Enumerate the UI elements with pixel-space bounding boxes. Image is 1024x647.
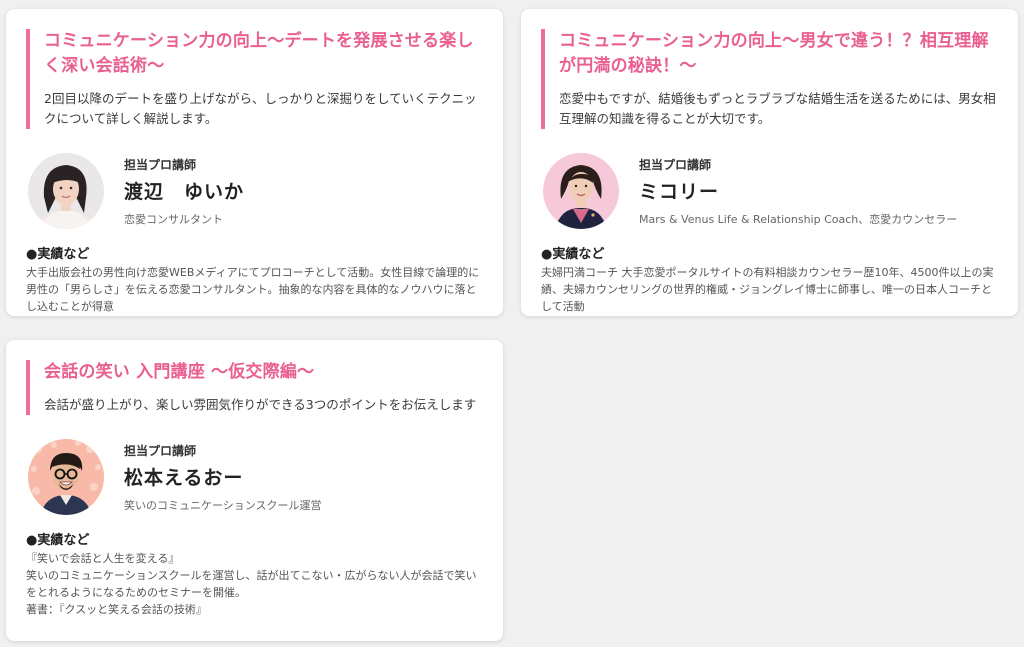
course-description: 会話が盛り上がり、楽しい雰囲気作りができる3つのポイントをお伝えします — [44, 397, 477, 412]
lecturer-info: 担当プロ講師 ミコリー Mars & Venus Life & Relation… — [639, 156, 957, 227]
lecturer-name: ミコリー — [639, 180, 720, 203]
achievements-heading: ●実績など — [26, 247, 90, 262]
lecturer-name: 松本えるおー — [124, 466, 244, 489]
course-description: 2回目以降のデートを盛り上げながら、しっかりと深掘りをしていくテクニックについて… — [44, 91, 477, 126]
course-description: 恋愛中もですが、結婚後もずっとラブラブな結婚生活を送るためには、男女相互理解の知… — [559, 91, 996, 126]
course-title[interactable]: 会話の笑い 入門講座 〜仮交際編〜 — [44, 360, 483, 385]
course-title[interactable]: コミュニケーション力の向上〜男女で違う！？相互理解が円満の秘訣！〜 — [559, 29, 998, 79]
lecturer-affiliation: 恋愛コンサルタント — [124, 212, 223, 226]
achievements-heading: ●実績など — [541, 247, 605, 262]
lecturer-role: 担当プロ講師 — [124, 443, 197, 458]
instructor-photo-watanabe — [28, 153, 104, 229]
achievements-heading: ●実績など — [26, 533, 90, 548]
lecturer-affiliation: 笑いのコミュニケーションスクール運営 — [124, 498, 322, 512]
course-grid: コミュニケーション力の向上〜デートを発展させる楽しく深い会話術〜 2回目以降のデ… — [0, 0, 1024, 647]
lecturer-affiliation: Mars & Venus Life & Relationship Coach、恋… — [639, 212, 958, 226]
course-header: 会話の笑い 入門講座 〜仮交際編〜 会話が盛り上がり、楽しい雰囲気作りができる3… — [26, 360, 483, 415]
lecturer-block: 担当プロ講師 松本えるおー 笑いのコミュニケーションスクール運営 — [28, 439, 483, 515]
lecturer-info: 担当プロ講師 渡辺 ゆいか 恋愛コンサルタント — [124, 156, 244, 227]
lecturer-block: 担当プロ講師 渡辺 ゆいか 恋愛コンサルタント — [28, 153, 483, 229]
lecturer-block: 担当プロ講師 ミコリー Mars & Venus Life & Relation… — [543, 153, 998, 229]
achievements-text: 夫婦円満コーチ 大手恋愛ポータルサイトの有料相談カウンセラー歴10年、4500件… — [541, 266, 994, 313]
lecturer-info: 担当プロ講師 松本えるおー 笑いのコミュニケーションスクール運営 — [124, 442, 322, 513]
lecturer-name: 渡辺 ゆいか — [124, 180, 245, 203]
lecturer-role: 担当プロ講師 — [639, 157, 712, 172]
instructor-photo-matsumoto — [28, 439, 104, 515]
course-header: コミュニケーション力の向上〜デートを発展させる楽しく深い会話術〜 2回目以降のデ… — [26, 29, 483, 129]
course-card-2[interactable]: コミュニケーション力の向上〜男女で違う！？相互理解が円満の秘訣！〜 恋愛中もです… — [521, 9, 1018, 316]
course-title[interactable]: コミュニケーション力の向上〜デートを発展させる楽しく深い会話術〜 — [44, 29, 483, 79]
course-card-1[interactable]: コミュニケーション力の向上〜デートを発展させる楽しく深い会話術〜 2回目以降のデ… — [6, 9, 503, 316]
achievements-text: 大手出版会社の男性向け恋愛WEBメディアにてプロコーチとして活動。女性目線で論理… — [26, 266, 480, 313]
course-card-3[interactable]: 会話の笑い 入門講座 〜仮交際編〜 会話が盛り上がり、楽しい雰囲気作りができる3… — [6, 340, 503, 641]
course-header: コミュニケーション力の向上〜男女で違う！？相互理解が円満の秘訣！〜 恋愛中もです… — [541, 29, 998, 129]
instructor-photo-mikori — [543, 153, 619, 229]
lecturer-role: 担当プロ講師 — [124, 157, 197, 172]
achievements-text: 『笑いで会話と人生を変える』 笑いのコミュニケーションスクールを運営し、話が出て… — [26, 552, 477, 616]
